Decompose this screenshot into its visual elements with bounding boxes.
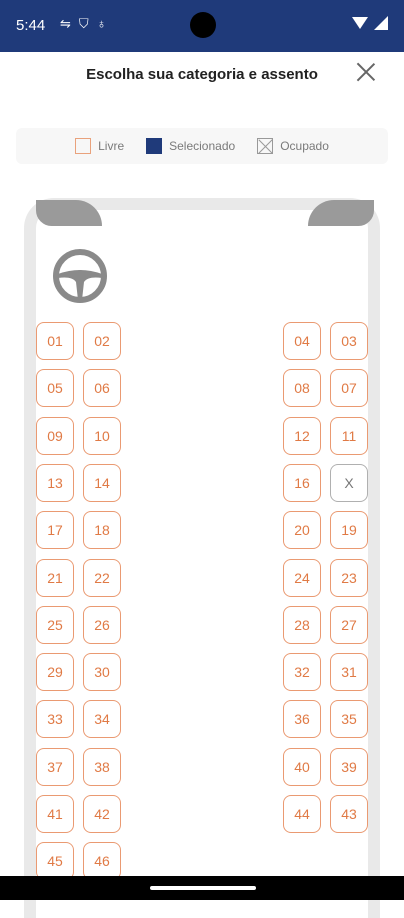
camera-cutout (190, 12, 216, 38)
seat-10[interactable]: 10 (83, 417, 121, 455)
mic-icon: ♁ (96, 16, 107, 31)
seat-34[interactable]: 34 (83, 700, 121, 738)
seat-27[interactable]: 27 (330, 606, 368, 644)
seat-14[interactable]: 14 (83, 464, 121, 502)
seat-39[interactable]: 39 (330, 748, 368, 786)
seat-06[interactable]: 06 (83, 369, 121, 407)
bus-layout (24, 198, 380, 918)
signal-icon (374, 16, 388, 30)
seat-35[interactable]: 35 (330, 700, 368, 738)
seat-17[interactable]: 17 (36, 511, 74, 549)
seat-20[interactable]: 20 (283, 511, 321, 549)
seat-41[interactable]: 41 (36, 795, 74, 833)
wifi-calling-icon: ⇋ (60, 16, 71, 31)
seat-45[interactable]: 45 (36, 842, 74, 880)
seat-07[interactable]: 07 (330, 369, 368, 407)
seat-23[interactable]: 23 (330, 559, 368, 597)
legend-free: Livre (75, 138, 124, 154)
seat-25[interactable]: 25 (36, 606, 74, 644)
seat-42[interactable]: 42 (83, 795, 121, 833)
seat-43[interactable]: 43 (330, 795, 368, 833)
seat-28[interactable]: 28 (283, 606, 321, 644)
seat-05[interactable]: 05 (36, 369, 74, 407)
seat-44[interactable]: 44 (283, 795, 321, 833)
legend-free-label: Livre (98, 139, 125, 153)
seat-21[interactable]: 21 (36, 559, 74, 597)
shield-icon: ⛉ (78, 16, 89, 31)
navigation-bar (0, 876, 404, 900)
seat-31[interactable]: 31 (330, 653, 368, 691)
seat-32[interactable]: 32 (283, 653, 321, 691)
seat-occupied: X (330, 464, 368, 502)
seat-09[interactable]: 09 (36, 417, 74, 455)
seat-11[interactable]: 11 (330, 417, 368, 455)
legend-occupied-label: Ocupado (280, 139, 329, 153)
home-indicator[interactable] (150, 886, 256, 890)
wifi-icon (352, 17, 368, 29)
seat-13[interactable]: 13 (36, 464, 74, 502)
seat-03[interactable]: 03 (330, 322, 368, 360)
seat-legend: Livre Selecionado Ocupado (16, 128, 388, 164)
seat-46[interactable]: 46 (83, 842, 121, 880)
status-bar: 5:44 ⇋ ⛉ ♁ (0, 0, 404, 52)
legend-occupied: Ocupado (257, 138, 329, 154)
status-right-icons (352, 16, 388, 30)
seat-16[interactable]: 16 (283, 464, 321, 502)
seat-36[interactable]: 36 (283, 700, 321, 738)
seat-18[interactable]: 18 (83, 511, 121, 549)
seat-19[interactable]: 19 (330, 511, 368, 549)
seat-01[interactable]: 01 (36, 322, 74, 360)
seat-37[interactable]: 37 (36, 748, 74, 786)
legend-selected: Selecionado (146, 138, 235, 154)
seat-30[interactable]: 30 (83, 653, 121, 691)
page-title: Escolha sua categoria e assento (86, 66, 318, 83)
bus-mirror-right (308, 200, 374, 226)
legend-selected-label: Selecionado (169, 139, 236, 153)
close-icon[interactable] (356, 62, 376, 82)
status-notification-icons: ⇋ ⛉ ♁ (60, 16, 106, 32)
occupied-seat-icon (257, 138, 274, 154)
seat-12[interactable]: 12 (283, 417, 321, 455)
seat-29[interactable]: 29 (36, 653, 74, 691)
seat-04[interactable]: 04 (283, 322, 321, 360)
seat-22[interactable]: 22 (83, 559, 121, 597)
seat-08[interactable]: 08 (283, 369, 321, 407)
seat-40[interactable]: 40 (283, 748, 321, 786)
seat-38[interactable]: 38 (83, 748, 121, 786)
steering-wheel-icon (53, 249, 107, 303)
status-time: 5:44 (16, 17, 46, 34)
seat-24[interactable]: 24 (283, 559, 321, 597)
seat-33[interactable]: 33 (36, 700, 74, 738)
selected-seat-icon (146, 138, 163, 154)
free-seat-icon (75, 138, 92, 154)
seat-02[interactable]: 02 (83, 322, 121, 360)
seat-26[interactable]: 26 (83, 606, 121, 644)
